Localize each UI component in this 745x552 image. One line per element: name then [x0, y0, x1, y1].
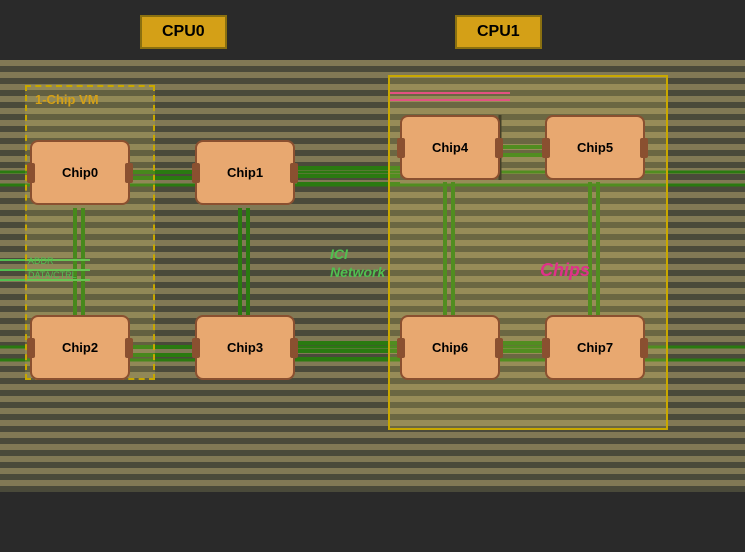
chip0: Chip0 [30, 140, 130, 205]
bottom-bar [0, 492, 745, 552]
chip5: Chip5 [545, 115, 645, 180]
cpu0-label: CPU0 [140, 15, 227, 49]
chip4: Chip4 [400, 115, 500, 180]
content-area: 1-Chip VM Chip0 Chip1 Chip2 Chip3 Chip4 … [0, 60, 745, 492]
top-bar: CPU0 CPU1 [0, 0, 745, 60]
chips-label: Chips [540, 260, 590, 281]
chip3: Chip3 [195, 315, 295, 380]
ici-network-label: ICINetwork [330, 245, 385, 281]
chip6: Chip6 [400, 315, 500, 380]
chip1: Chip1 [195, 140, 295, 205]
chip2: Chip2 [30, 315, 130, 380]
cpu1-label: CPU1 [455, 15, 542, 49]
left-label-1: ADDR [28, 256, 54, 266]
vm-label: 1-Chip VM [35, 92, 99, 107]
chip7: Chip7 [545, 315, 645, 380]
left-label-2: DATA/CTRL [28, 270, 77, 280]
